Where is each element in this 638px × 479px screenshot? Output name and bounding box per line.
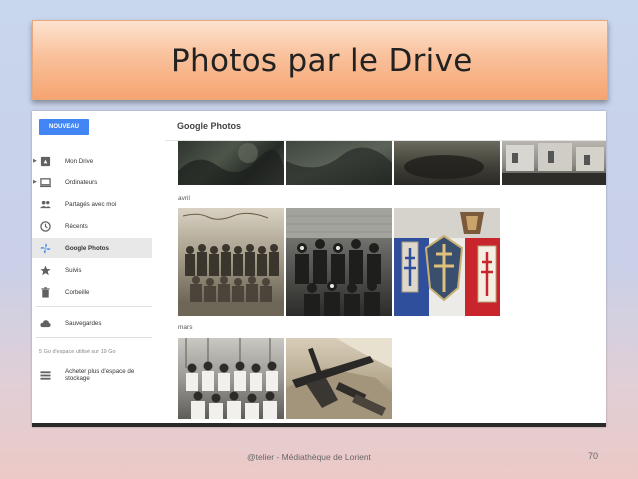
photo-content (185, 338, 278, 419)
photo-thumbnail[interactable] (502, 141, 606, 185)
photo-thumbnail[interactable] (394, 208, 500, 316)
sidebar-item-computers[interactable]: ▶ Ordinateurs (32, 172, 152, 192)
sidebar-item-trash[interactable]: Corbeille (32, 282, 152, 302)
photo-thumbnail[interactable] (178, 208, 284, 316)
photo-thumbnail[interactable] (286, 338, 392, 419)
sidebar-item-label: Récents (65, 222, 88, 230)
sidebar-item-my-drive[interactable]: ▶ Mon Drive (32, 151, 152, 171)
photo-content (404, 155, 484, 179)
sidebar-item-label: Corbeille (65, 288, 90, 296)
photo-content (286, 338, 392, 419)
computer-icon (40, 178, 51, 188)
sidebar-divider (36, 306, 152, 307)
drive-screenshot: NOUVEAU Google Photos ▶ Mon Drive ▶ Ordi… (32, 111, 606, 427)
slide-footer: @telier - Médiathèque de Lorient (247, 452, 371, 462)
photo-thumbnail[interactable] (394, 141, 500, 185)
trash-icon (41, 287, 50, 298)
pinwheel-icon (40, 243, 51, 254)
photo-content (286, 147, 392, 185)
star-icon (40, 265, 51, 276)
sidebar-item-starred[interactable]: Suivis (32, 260, 152, 280)
photo-content (286, 208, 392, 316)
photo-thumbnail[interactable] (286, 208, 392, 316)
slide-title: Photos par le Drive (171, 43, 473, 79)
new-button[interactable]: NOUVEAU (39, 119, 89, 135)
photo-content (394, 208, 500, 316)
photo-thumbnail[interactable] (178, 338, 284, 419)
sidebar-item-backups[interactable]: Sauvegardes (32, 313, 152, 333)
sidebar-item-shared[interactable]: Partagés avec moi (32, 194, 152, 214)
sidebar-item-label: Mon Drive (65, 157, 94, 165)
sidebar-item-recent[interactable]: Récents (32, 216, 152, 236)
month-label: avril (178, 195, 190, 202)
sidebar-item-label: Partagés avec moi (65, 200, 117, 208)
sidebar-item-label: Google Photos (65, 244, 109, 252)
buy-storage-label: Acheter plus d'espace de stockage (65, 368, 135, 382)
cloud-icon (40, 320, 51, 328)
slide-page-number: 70 (588, 451, 599, 461)
screenshot-bottom-bar (32, 423, 606, 427)
expand-arrow-icon[interactable]: ▶ (33, 158, 37, 164)
buy-storage-link[interactable]: Acheter plus d'espace de stockage (32, 365, 152, 385)
photo-content (178, 143, 284, 185)
shared-people-icon (40, 200, 51, 209)
photo-thumbnail[interactable] (178, 141, 284, 185)
slide-title-box: Photos par le Drive (32, 20, 608, 100)
app-title: Google Photos (177, 121, 241, 131)
sidebar-divider (36, 337, 152, 338)
sidebar-item-label: Ordinateurs (65, 178, 98, 186)
sidebar-item-google-photos[interactable]: Google Photos (32, 238, 152, 258)
month-label: mars (178, 324, 193, 331)
storage-bars-icon (40, 371, 51, 380)
photo-content (502, 143, 606, 185)
photo-content (178, 212, 284, 316)
storage-usage-text: 5 Go d'espace utilisé sur 19 Go (39, 349, 116, 355)
sidebar-item-label: Sauvegardes (65, 319, 102, 327)
sidebar-item-label: Suivis (65, 266, 82, 274)
expand-arrow-icon[interactable]: ▶ (33, 179, 37, 185)
clock-icon (40, 221, 51, 232)
drive-icon (40, 156, 51, 167)
photo-thumbnail[interactable] (286, 141, 392, 185)
